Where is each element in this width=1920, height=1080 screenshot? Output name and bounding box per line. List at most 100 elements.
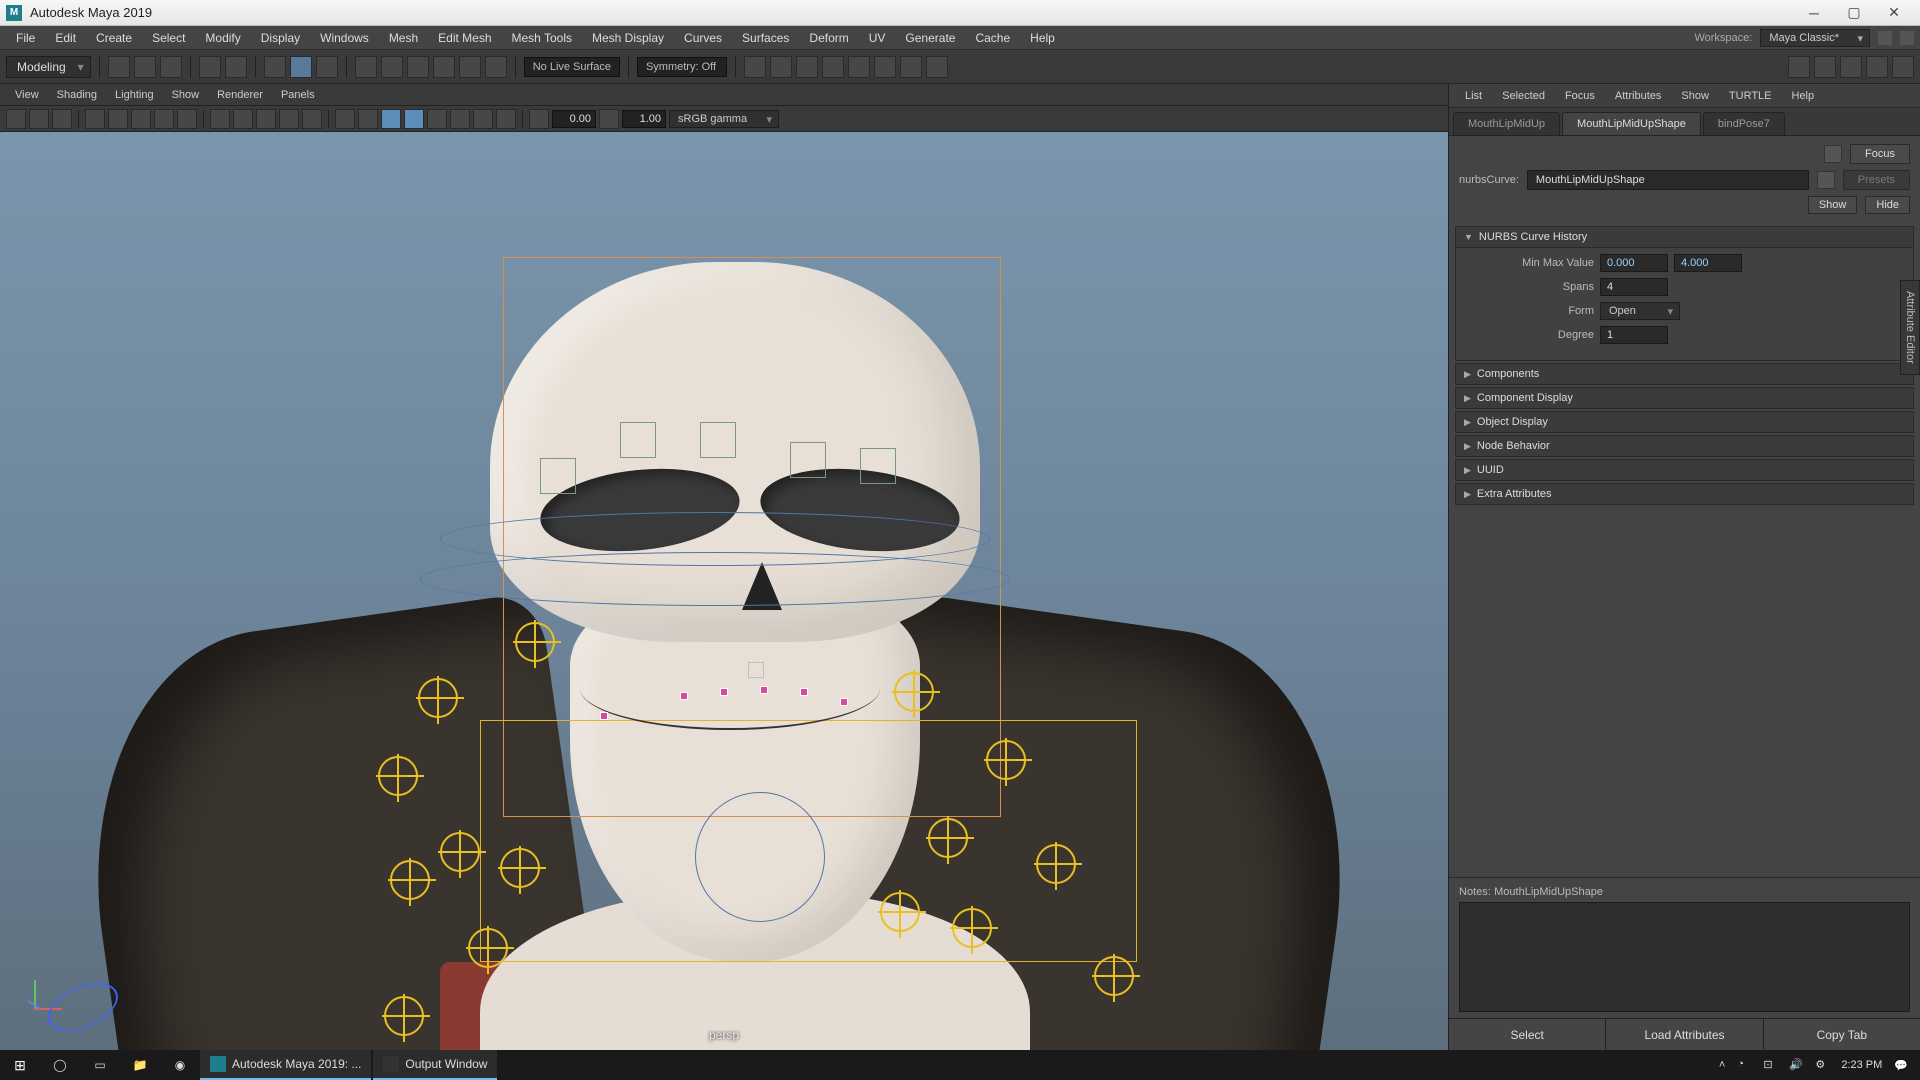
rig-control[interactable] (880, 892, 920, 932)
attr-menu-list[interactable]: List (1455, 90, 1492, 102)
rig-control[interactable] (500, 848, 540, 888)
shadows-button[interactable] (302, 109, 322, 129)
xray-active-button[interactable] (404, 109, 424, 129)
rig-control[interactable] (952, 908, 992, 948)
xray-joints-button[interactable] (381, 109, 401, 129)
rig-control[interactable] (515, 622, 555, 662)
attr-menu-show[interactable]: Show (1671, 90, 1719, 102)
form-dropdown[interactable]: Open (1600, 302, 1680, 320)
live-surface-field[interactable]: No Live Surface (524, 57, 620, 77)
rig-control[interactable] (986, 740, 1026, 780)
spans-field[interactable]: 4 (1600, 278, 1668, 296)
workspace-dropdown[interactable]: Maya Classic* (1760, 29, 1870, 47)
task-view-icon[interactable]: ▭ (80, 1050, 120, 1080)
motion-blur-button[interactable] (450, 109, 470, 129)
menu-windows[interactable]: Windows (310, 31, 379, 45)
control-vertex[interactable] (840, 698, 848, 706)
rig-control[interactable] (390, 860, 430, 900)
control-vertex[interactable] (720, 688, 728, 696)
menu-surfaces[interactable]: Surfaces (732, 31, 799, 45)
load-attributes-button[interactable]: Load Attributes (1606, 1019, 1763, 1050)
degree-field[interactable]: 1 (1600, 326, 1668, 344)
attr-menu-focus[interactable]: Focus (1555, 90, 1605, 102)
control-vertex[interactable] (760, 686, 768, 694)
bookmark-button[interactable] (52, 109, 72, 129)
pause-button[interactable] (926, 56, 948, 78)
redo-button[interactable] (225, 56, 247, 78)
attr-menu-help[interactable]: Help (1782, 90, 1825, 102)
exposure-icon[interactable] (529, 109, 549, 129)
gamma-icon[interactable] (599, 109, 619, 129)
section-header[interactable]: ▶ Extra Attributes (1455, 483, 1914, 505)
gamma-field[interactable]: 1.00 (622, 110, 666, 128)
control-curve[interactable] (860, 448, 896, 484)
rig-control[interactable] (418, 678, 458, 718)
close-button[interactable]: ✕ (1874, 0, 1914, 26)
menu-uv[interactable]: UV (859, 31, 896, 45)
camera-attr-button[interactable] (29, 109, 49, 129)
rig-control[interactable] (384, 996, 424, 1036)
panel-toggle-button[interactable] (1892, 56, 1914, 78)
select-mode-button[interactable] (290, 56, 312, 78)
hide-button[interactable]: Hide (1865, 196, 1910, 214)
image-plane-button[interactable] (85, 109, 105, 129)
panel-toggle-button[interactable] (1866, 56, 1888, 78)
select-button[interactable]: Select (1449, 1019, 1606, 1050)
section-header[interactable]: ▼ NURBS Curve History (1455, 226, 1914, 248)
tray-notifications-icon[interactable]: 💬 (1894, 1059, 1908, 1072)
tray-icon[interactable]: ◔ (1737, 1058, 1751, 1072)
taskbar-item-output[interactable]: Output Window (373, 1050, 497, 1080)
snap-button[interactable] (355, 56, 377, 78)
attr-tab-shape[interactable]: MouthLipMidUpShape (1562, 112, 1701, 135)
attr-tab-transform[interactable]: MouthLipMidUp (1453, 112, 1560, 135)
gate-mask-button[interactable] (177, 109, 197, 129)
rig-control[interactable] (928, 818, 968, 858)
focus-button[interactable]: Focus (1850, 144, 1910, 164)
control-curve[interactable] (700, 422, 736, 458)
control-vertex[interactable] (680, 692, 688, 700)
section-header[interactable]: ▶ Component Display (1455, 387, 1914, 409)
tray-chevron-icon[interactable]: ˄ (1719, 1059, 1725, 1071)
panel-menu-shading[interactable]: Shading (48, 89, 106, 101)
control-curve[interactable] (540, 458, 576, 494)
lock-icon[interactable] (1878, 31, 1892, 45)
menu-deform[interactable]: Deform (799, 31, 858, 45)
snap-button[interactable] (381, 56, 403, 78)
taskbar-item-maya[interactable]: Autodesk Maya 2019: ... (200, 1050, 371, 1080)
explorer-icon[interactable]: 📁 (120, 1050, 160, 1080)
maximize-button[interactable]: ▢ (1834, 0, 1874, 26)
select-camera-button[interactable] (6, 109, 26, 129)
search-icon[interactable]: ◯ (40, 1050, 80, 1080)
max-value-field[interactable]: 4.000 (1674, 254, 1742, 272)
smooth-shade-button[interactable] (233, 109, 253, 129)
multisample-button[interactable] (473, 109, 493, 129)
open-scene-button[interactable] (134, 56, 156, 78)
control-curve[interactable] (420, 552, 1010, 606)
render-button[interactable] (874, 56, 896, 78)
attribute-editor-side-tab[interactable]: Attribute Editor (1900, 280, 1920, 375)
menu-generate[interactable]: Generate (895, 31, 965, 45)
new-scene-button[interactable] (108, 56, 130, 78)
textured-button[interactable] (256, 109, 276, 129)
menu-edit[interactable]: Edit (45, 31, 86, 45)
control-curve[interactable] (695, 792, 825, 922)
grid-button[interactable] (108, 109, 128, 129)
tray-clock[interactable]: 2:23 PM (1841, 1059, 1882, 1071)
undo-button[interactable] (199, 56, 221, 78)
snap-button[interactable] (407, 56, 429, 78)
tray-volume-icon[interactable]: 🔊 (1789, 1058, 1803, 1072)
snap-button[interactable] (485, 56, 507, 78)
section-header[interactable]: ▶ Object Display (1455, 411, 1914, 433)
node-name-field[interactable]: MouthLipMidUpShape (1527, 170, 1809, 190)
rig-control[interactable] (1094, 956, 1134, 996)
xray-button[interactable] (358, 109, 378, 129)
menu-display[interactable]: Display (251, 31, 310, 45)
menu-curves[interactable]: Curves (674, 31, 732, 45)
film-gate-button[interactable] (131, 109, 151, 129)
attr-menu-selected[interactable]: Selected (1492, 90, 1555, 102)
menu-help[interactable]: Help (1020, 31, 1065, 45)
menu-mesh[interactable]: Mesh (379, 31, 428, 45)
menu-modify[interactable]: Modify (195, 31, 250, 45)
rig-control[interactable] (378, 756, 418, 796)
notes-textarea[interactable] (1459, 902, 1910, 1012)
